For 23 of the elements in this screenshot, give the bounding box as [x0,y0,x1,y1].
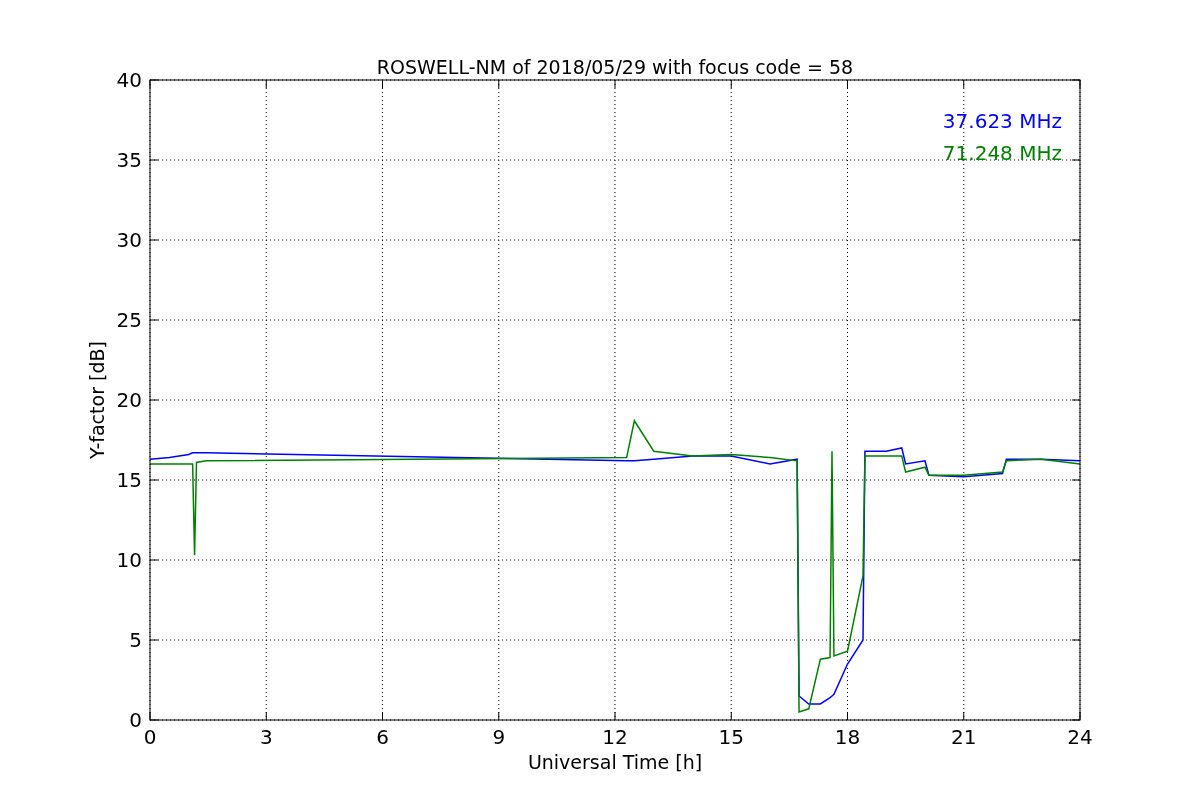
y-tick-label: 35 [116,148,142,172]
y-tick-label: 0 [129,708,142,732]
x-tick-label: 12 [602,725,628,749]
chart-title: ROSWELL-NM of 2018/05/29 with focus code = 58 [376,56,854,78]
x-tick-label: 21 [951,725,977,749]
x-tick-label: 18 [834,725,861,749]
x-tick-label: 15 [718,725,744,749]
y-tick-label: 10 [116,548,142,572]
y-tick-label: 30 [116,228,142,252]
x-tick-label: 6 [376,725,389,749]
x-tick-label: 9 [492,725,506,749]
y-tick-label: 5 [129,628,142,652]
legend-label: 71.248 MHz [942,141,1062,165]
x-tick-label: 0 [143,725,157,749]
y-tick-label: 15 [116,468,142,492]
x-axis-label: Universal Time [h] [527,751,703,773]
x-tick-label: 3 [259,725,273,749]
y-tick-label: 25 [116,308,142,332]
x-tick-label: 24 [1067,725,1093,749]
legend-label: 37.623 MHz [942,109,1062,133]
y-axis-label: Y-factor [dB] [86,341,108,459]
y-tick-label: 40 [116,68,142,92]
y-tick-label: 20 [116,388,142,412]
